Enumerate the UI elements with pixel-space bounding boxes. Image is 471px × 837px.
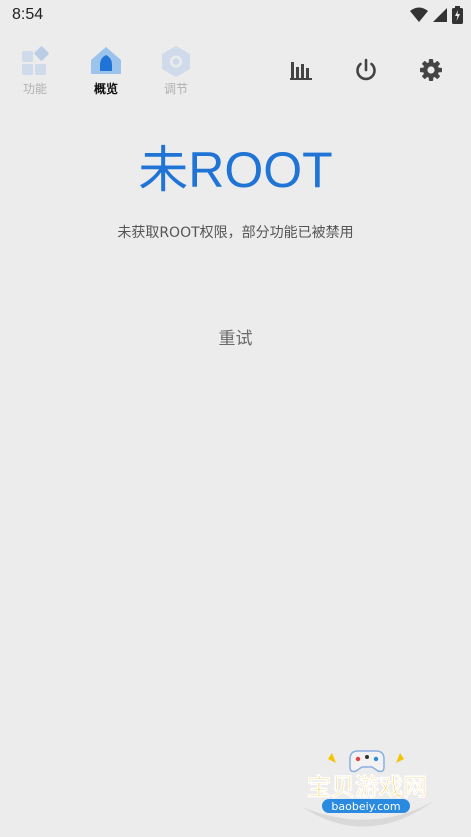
status-icons	[410, 6, 463, 24]
monitor-button[interactable]	[287, 56, 315, 84]
watermark-url: baobeiy.com	[331, 800, 400, 813]
tab-tune[interactable]: 调节	[146, 44, 206, 97]
top-tab-bar: 功能 概览 调节	[0, 44, 471, 100]
tab-function[interactable]: 功能	[5, 44, 65, 97]
tab-tune-label: 调节	[163, 82, 188, 96]
bar-chart-icon	[287, 56, 315, 84]
status-time: 8:54	[12, 6, 44, 23]
tab-function-label: 功能	[22, 82, 47, 96]
signal-icon	[432, 7, 448, 23]
tab-overview[interactable]: 概览	[76, 44, 136, 97]
power-icon	[352, 56, 380, 84]
tab-overview-label: 概览	[93, 82, 118, 96]
home-icon	[88, 44, 124, 78]
watermark-logo: 宝贝游戏网 baobeiy.com	[292, 745, 442, 833]
power-button[interactable]	[352, 56, 380, 84]
hexagon-icon	[158, 44, 194, 78]
retry-button[interactable]: 重试	[185, 324, 286, 352]
grid-diamond-icon	[17, 44, 53, 78]
status-bar: 8:54	[0, 0, 471, 32]
root-status-description: 未获取ROOT权限，部分功能已被禁用	[117, 225, 354, 241]
battery-charging-icon	[452, 6, 463, 24]
watermark-text: 宝贝游戏网	[307, 773, 427, 801]
wifi-icon	[410, 7, 428, 23]
root-status-title: 未ROOT	[138, 142, 333, 198]
settings-button[interactable]	[417, 56, 445, 84]
gear-icon	[417, 56, 445, 84]
